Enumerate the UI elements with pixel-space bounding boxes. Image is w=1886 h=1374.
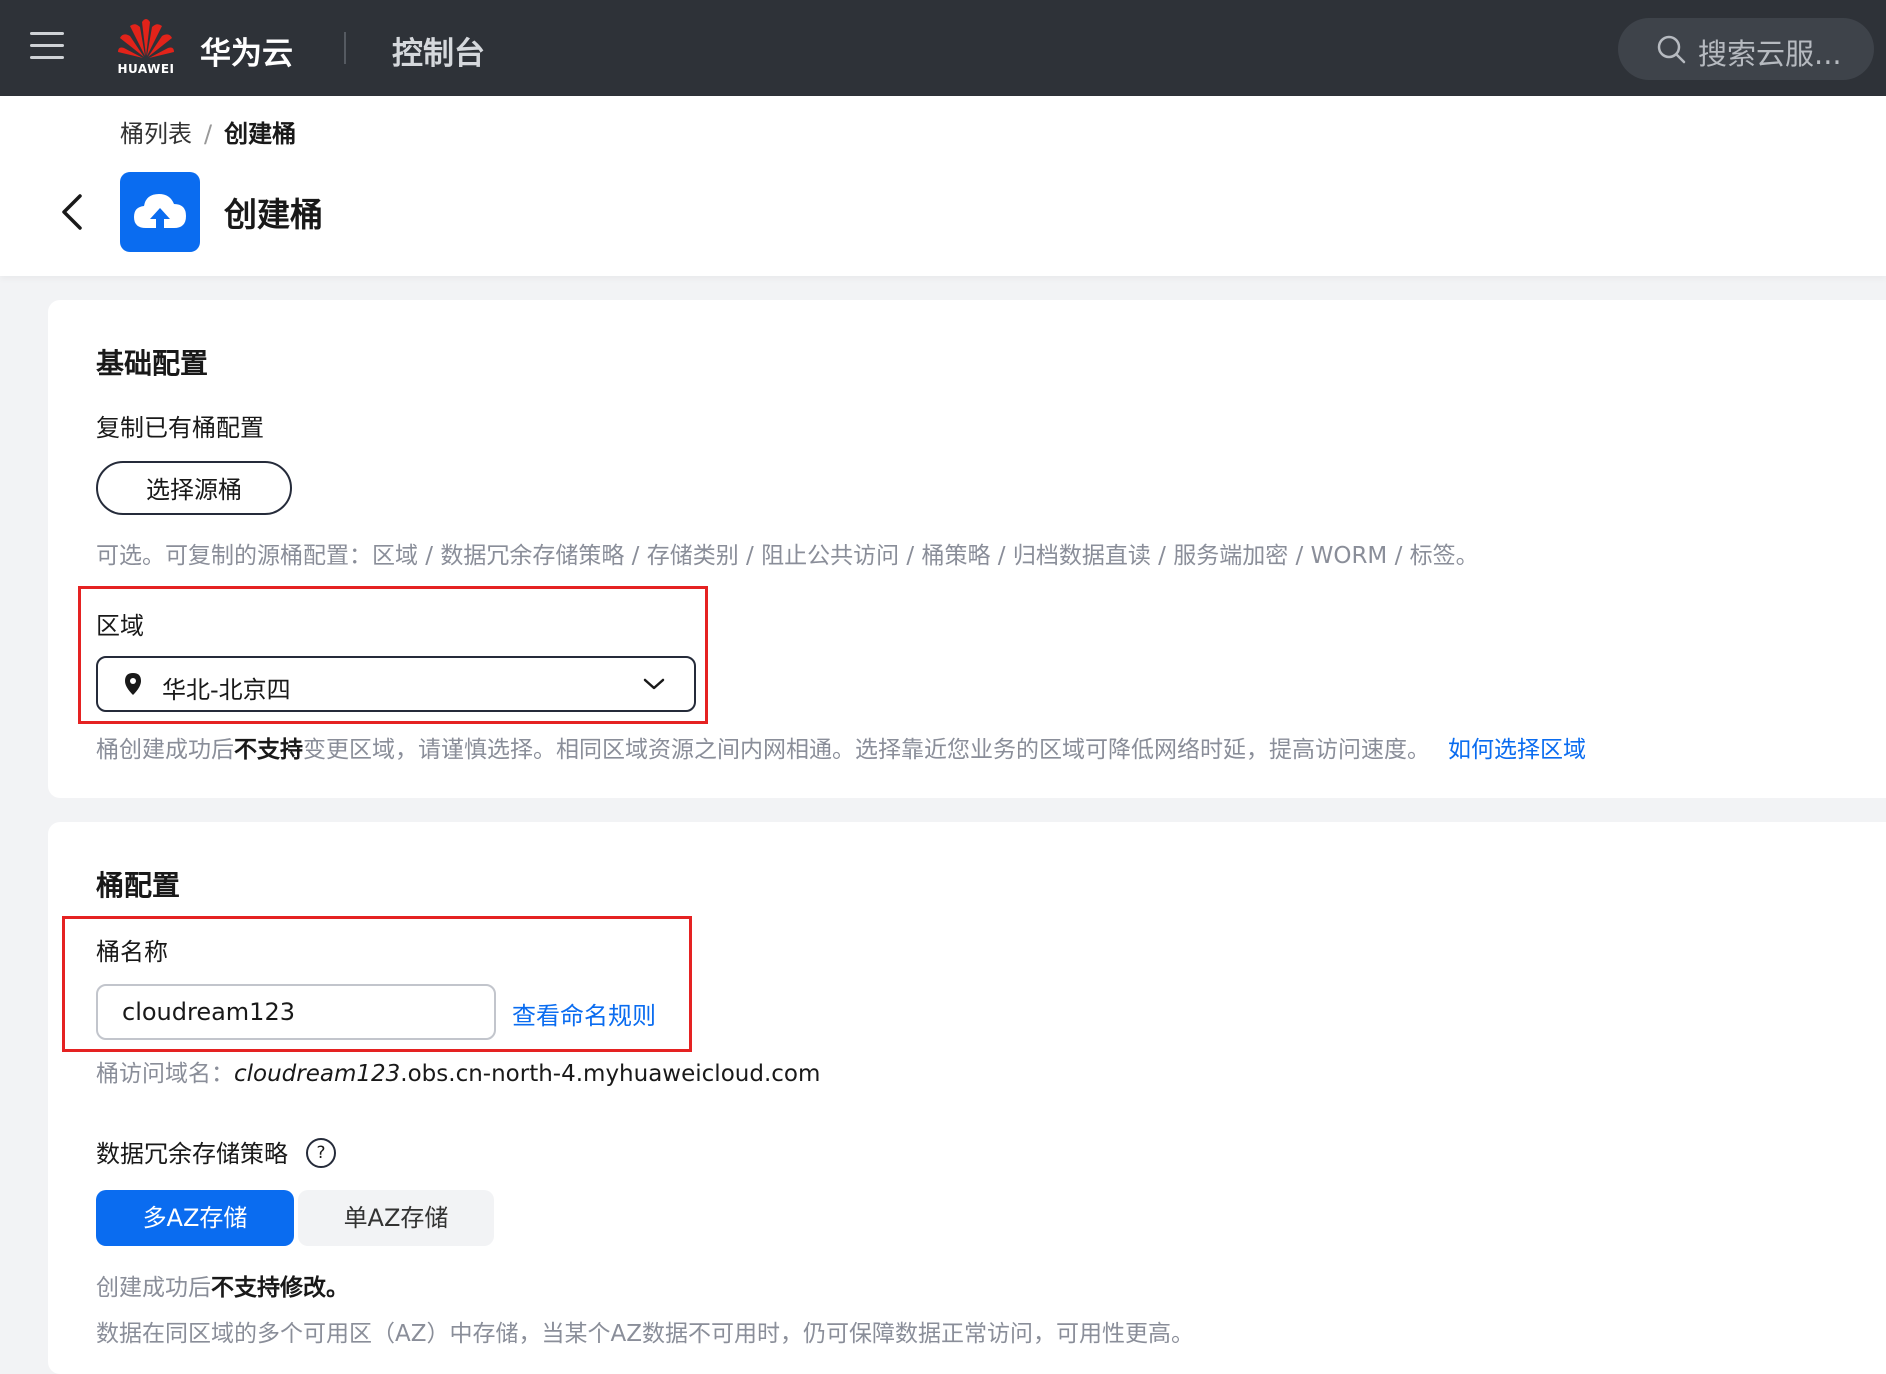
search-box[interactable]: 搜索云服... bbox=[1618, 18, 1874, 80]
basic-config-card: 基础配置 复制已有桶配置 选择源桶 可选。可复制的源桶配置：区域 / 数据冗余存… bbox=[48, 300, 1886, 798]
breadcrumb: 桶列表 / 创建桶 bbox=[120, 114, 296, 149]
naming-rules-link[interactable]: 查看命名规则 bbox=[512, 996, 656, 1031]
region-hint-bold: 不支持 bbox=[234, 737, 303, 763]
breadcrumb-bucket-list[interactable]: 桶列表 bbox=[120, 120, 192, 148]
search-icon bbox=[1657, 35, 1686, 64]
single-az-option[interactable]: 单AZ存储 bbox=[298, 1190, 494, 1246]
bucket-config-title: 桶配置 bbox=[96, 869, 181, 902]
region-select[interactable]: 华北-北京四 bbox=[96, 656, 696, 712]
huawei-logo[interactable]: HUAWEI bbox=[116, 16, 176, 78]
bucket-domain: 桶访问域名：cloudream123.obs.cn-north-4.myhuaw… bbox=[96, 1054, 820, 1088]
region-selected-value: 华北-北京四 bbox=[162, 676, 291, 704]
bucket-name-label: 桶名称 bbox=[96, 938, 168, 966]
console-link[interactable]: 控制台 bbox=[392, 28, 485, 73]
help-icon[interactable]: ? bbox=[306, 1138, 336, 1168]
huawei-petals-icon bbox=[118, 19, 174, 58]
region-hint-prefix: 桶创建成功后 bbox=[96, 737, 234, 763]
basic-config-title: 基础配置 bbox=[96, 347, 209, 380]
copy-config-label: 复制已有桶配置 bbox=[96, 414, 264, 442]
page-header: 桶列表 / 创建桶 创建桶 bbox=[0, 96, 1886, 276]
redundancy-note-prefix: 创建成功后 bbox=[96, 1275, 211, 1301]
redundancy-note-bold: 不支持修改。 bbox=[211, 1275, 349, 1301]
how-to-choose-region-link[interactable]: 如何选择区域 bbox=[1448, 737, 1586, 763]
location-pin-icon bbox=[125, 673, 141, 695]
top-navigation-bar: HUAWEI 华为云 控制台 搜索云服... bbox=[0, 0, 1886, 96]
region-hint: 桶创建成功后不支持变更区域，请谨慎选择。相同区域资源之间内网相通。选择靠近您业务… bbox=[96, 730, 1586, 764]
logo-text: HUAWEI bbox=[117, 62, 175, 76]
region-hint-suffix: 变更区域，请谨慎选择。相同区域资源之间内网相通。选择靠近您业务的区域可降低网络时… bbox=[303, 737, 1430, 763]
breadcrumb-separator: / bbox=[204, 120, 213, 148]
redundancy-note: 创建成功后不支持修改。 bbox=[96, 1268, 349, 1302]
bucket-domain-label: 桶访问域名： bbox=[96, 1061, 234, 1087]
menu-icon[interactable] bbox=[30, 32, 64, 60]
bucket-name-input[interactable]: cloudream123 bbox=[96, 984, 496, 1040]
bucket-domain-suffix: .obs.cn-north-4.myhuaweicloud.com bbox=[400, 1061, 821, 1087]
back-arrow-icon[interactable] bbox=[58, 190, 88, 234]
chevron-down-icon bbox=[643, 678, 665, 690]
bucket-config-card: 桶配置 桶名称 cloudream123 查看命名规则 桶访问域名：cloudr… bbox=[48, 822, 1886, 1374]
page-title: 创建桶 bbox=[224, 195, 323, 234]
redundancy-policy-label: 数据冗余存储策略 bbox=[96, 1140, 288, 1168]
obs-cloud-upload-icon bbox=[120, 172, 200, 252]
copy-config-hint: 可选。可复制的源桶配置：区域 / 数据冗余存储策略 / 存储类别 / 阻止公共访… bbox=[96, 543, 1479, 569]
multi-az-option[interactable]: 多AZ存储 bbox=[96, 1190, 294, 1246]
region-label: 区域 bbox=[96, 612, 144, 640]
breadcrumb-current: 创建桶 bbox=[224, 120, 297, 148]
select-source-bucket-button[interactable]: 选择源桶 bbox=[96, 461, 292, 515]
bucket-domain-name-part: cloudream123 bbox=[234, 1061, 401, 1087]
redundancy-description: 数据在同区域的多个可用区（AZ）中存储，当某个AZ数据不可用时，仍可保障数据正常… bbox=[96, 1321, 1194, 1347]
search-placeholder: 搜索云服... bbox=[1698, 37, 1842, 71]
bucket-domain-value: cloudream123.obs.cn-north-4.myhuaweiclou… bbox=[234, 1061, 820, 1087]
header-divider bbox=[344, 32, 346, 64]
brand-name[interactable]: 华为云 bbox=[200, 28, 293, 73]
